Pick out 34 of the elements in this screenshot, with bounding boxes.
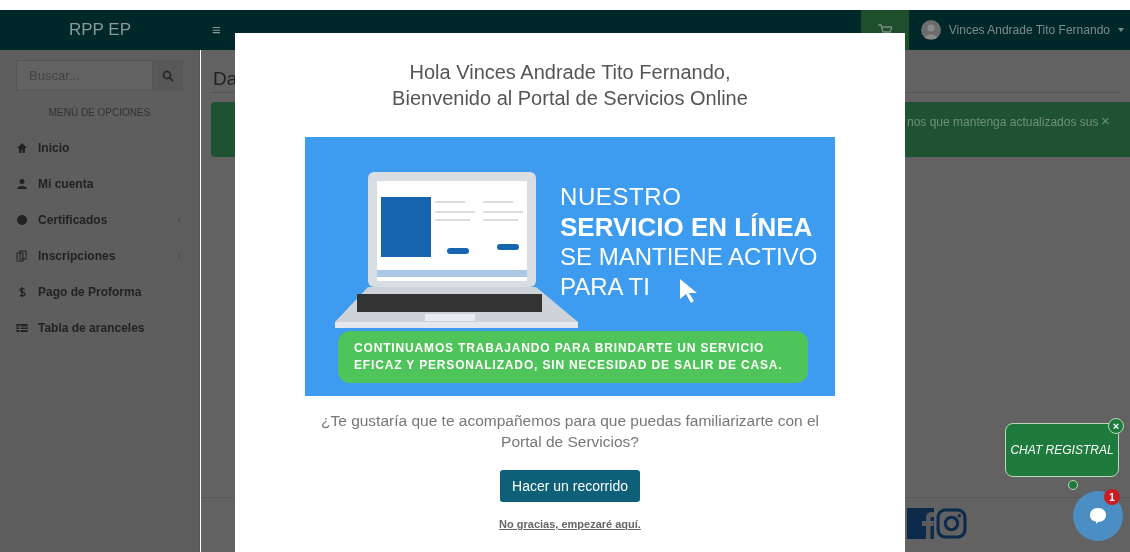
sidebar-item[interactable]: Tabla de aranceles	[0, 310, 199, 346]
menu-toggle[interactable]: ≡	[212, 18, 221, 42]
sidebar-item[interactable]: Inicio	[0, 130, 199, 166]
sidebar-item[interactable]: Mi cuenta	[0, 166, 199, 202]
avatar-icon	[920, 20, 941, 40]
skip-link[interactable]: No gracias, empezaré aquí.	[499, 516, 641, 533]
user-menu[interactable]: Vinces Andrade Tito Fernando	[948, 21, 1110, 39]
caret-icon	[1118, 28, 1124, 32]
sidebar-item[interactable]: Inscripciones	[0, 238, 199, 274]
copy-icon	[16, 250, 28, 262]
facebook-icon[interactable]	[907, 508, 934, 539]
dollar-icon	[16, 286, 28, 298]
banner-text: PARA TI	[560, 272, 650, 302]
table-icon	[16, 322, 28, 334]
brand-title: RPP EP	[67, 19, 133, 42]
banner-footer: CONTINUAMOS TRABAJANDO PARA BRINDARTE UN SERVICIO EFICAZ Y PERSONALIZADO, SIN NECESIDAD DE SALIR DE CASA.	[338, 331, 808, 383]
user-icon	[16, 178, 28, 190]
instagram-icon[interactable]	[936, 508, 967, 539]
chat-icon	[1088, 506, 1108, 526]
close-button[interactable]: ×	[1101, 110, 1110, 133]
tour-button[interactable]: Hacer un recorrido	[500, 470, 640, 502]
banner-text: NUESTRO	[560, 182, 682, 212]
dot-icon	[16, 214, 28, 226]
search-button[interactable]	[153, 60, 183, 91]
dialog-title: Hola Vinces Andrade Tito Fernando, Bienvenido al Portal de Servicios Online	[392, 60, 748, 111]
alert-text: nos que mantenga actualizados sus	[907, 114, 1099, 131]
search-icon	[162, 69, 174, 82]
cart-icon	[877, 24, 892, 36]
sidebar-item[interactable]: Certificados	[0, 202, 199, 238]
home-icon	[16, 142, 28, 154]
banner-heading: SERVICIO EN LÍNEA	[560, 212, 813, 242]
banner-text: SE MANTIENE ACTIVO	[560, 242, 818, 272]
sidebar-item[interactable]: Pago de Proforma	[0, 274, 199, 310]
dialog-question: ¿Te gustaría que te acompañemos para que puedas familiarizarte con el Portal de Servicios?	[320, 411, 820, 452]
